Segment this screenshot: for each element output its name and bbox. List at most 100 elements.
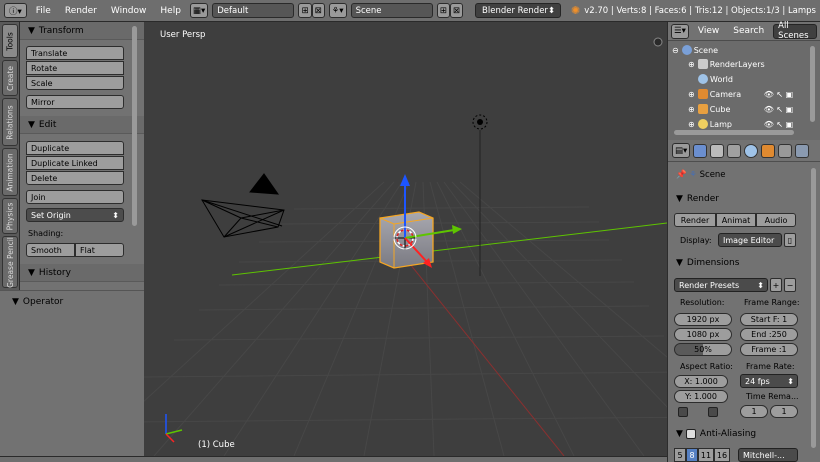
transform-panel-header[interactable]: ▼ Transform (20, 22, 144, 40)
render-animation-button[interactable]: Animat (716, 213, 756, 227)
duplicate-button[interactable]: Duplicate (26, 141, 124, 155)
outliner-menu-view[interactable]: View (693, 26, 724, 36)
renderlayer-context-icon[interactable] (710, 143, 725, 158)
join-button[interactable]: Join (26, 190, 124, 204)
aa-samples-11[interactable]: 11 (698, 448, 714, 462)
translate-button[interactable]: Translate (26, 46, 124, 60)
layout-selector[interactable]: ▦▾ (189, 3, 209, 18)
display-dropdown[interactable]: Image Editor (718, 233, 782, 247)
tab-grease-pencil[interactable]: Grease Pencil (2, 236, 18, 288)
render-context-icon[interactable] (693, 143, 708, 158)
resolution-y-field[interactable]: 1080 px (674, 328, 732, 341)
anti-aliasing-panel-header[interactable]: ▼ Anti-Aliasing (670, 425, 808, 443)
history-panel-header[interactable]: ▼ History (20, 264, 144, 282)
aa-samples-8[interactable]: 8 (686, 448, 698, 462)
tab-relations[interactable]: Relations (2, 98, 18, 146)
tab-animation[interactable]: Animation (2, 148, 18, 196)
resolution-x-field[interactable]: 1920 px (674, 313, 732, 326)
add-scene-button[interactable]: ⊞ (436, 3, 450, 18)
frame-end-field[interactable]: End :250 (740, 328, 798, 341)
collapse-arrow-icon: ▼ (676, 429, 683, 439)
tab-create[interactable]: Create (2, 60, 18, 96)
scene-name-field[interactable]: Scene (350, 3, 433, 18)
lock-interface-button[interactable]: ▯ (784, 233, 796, 247)
constraints-context-icon[interactable] (778, 143, 793, 158)
expand-icon: ⊕ (688, 89, 695, 99)
axis-gizmo (165, 414, 183, 443)
outliner-menu-search[interactable]: Search (728, 26, 769, 36)
outliner-hscrollbar[interactable] (674, 130, 794, 135)
current-frame-field[interactable]: Frame :1 (740, 343, 798, 356)
flat-button[interactable]: Flat (75, 243, 124, 257)
list-icon: ☰▾ (674, 26, 686, 36)
render-engine-dropdown[interactable]: Blender Render ⬍ (475, 3, 562, 18)
menu-render[interactable]: Render (60, 6, 102, 16)
menu-file[interactable]: File (31, 6, 56, 16)
delete-button[interactable]: Delete (26, 171, 124, 185)
outliner-row-world[interactable]: World (668, 72, 813, 86)
remove-preset-button[interactable]: − (784, 278, 796, 292)
frame-start-field[interactable]: Start F: 1 (740, 313, 798, 326)
border-checkbox[interactable] (678, 407, 688, 417)
modifiers-context-icon[interactable] (795, 143, 810, 158)
aspect-y-field[interactable]: Y: 1.000 (674, 390, 728, 403)
outliner-row-camera[interactable]: ⊕ Camera 👁 ↖ ▣ (668, 87, 813, 101)
properties-header: ▤▾ (668, 140, 820, 162)
scene-stats: v2.70 | Verts:8 | Faces:6 | Tris:12 | Ob… (584, 5, 816, 16)
properties-scrollbar[interactable] (811, 168, 816, 448)
mirror-button[interactable]: Mirror (26, 95, 124, 109)
add-layout-button[interactable]: ⊞ (298, 3, 312, 18)
rotate-button[interactable]: Rotate (26, 61, 124, 75)
scale-button[interactable]: Scale (26, 76, 124, 90)
expand-icon: ⊖ (672, 45, 679, 55)
time-remap-new-field[interactable]: 1 (770, 405, 798, 418)
anti-aliasing-checkbox[interactable] (685, 429, 696, 439)
properties-editor-type[interactable]: ▤▾ (672, 143, 691, 158)
visibility-icons[interactable]: 👁 ↖ ▣ (764, 105, 794, 114)
set-origin-dropdown[interactable]: Set Origin ⬍ (26, 208, 124, 222)
world-context-icon[interactable] (744, 143, 759, 158)
editor-type-button[interactable]: ⓘ▾ (4, 3, 27, 18)
scene-selector[interactable]: ⚘▾ (328, 3, 347, 18)
pin-icon[interactable]: 📌 (676, 170, 687, 180)
3d-viewport[interactable]: User Persp (1) Cube (144, 22, 667, 456)
dimensions-panel-header[interactable]: ▼ Dimensions (670, 254, 808, 272)
render-presets-dropdown[interactable]: Render Presets ⬍ (674, 278, 768, 292)
outliner-row-scene[interactable]: ⊖ Scene (668, 43, 813, 57)
tab-physics[interactable]: Physics (2, 198, 18, 234)
crop-checkbox[interactable] (708, 407, 718, 417)
outliner-row-renderlayers[interactable]: ⊕ RenderLayers (668, 57, 813, 71)
remove-scene-button[interactable]: ⊠ (449, 3, 464, 18)
outliner-editor-type[interactable]: ☰▾ (671, 23, 689, 39)
visibility-icons[interactable]: 👁 ↖ ▣ (764, 120, 794, 129)
aspect-x-field[interactable]: X: 1.000 (674, 375, 728, 388)
menu-window[interactable]: Window (106, 6, 152, 16)
visibility-icons[interactable]: 👁 ↖ ▣ (764, 90, 794, 99)
time-remap-old-field[interactable]: 1 (740, 405, 768, 418)
render-panel-header[interactable]: ▼ Render (670, 190, 808, 208)
aa-samples-16[interactable]: 16 (714, 448, 730, 462)
tool-shelf-scrollbar[interactable] (132, 26, 137, 226)
frame-rate-dropdown[interactable]: 24 fps ⬍ (740, 374, 798, 388)
object-context-icon[interactable] (761, 143, 776, 158)
outliner-row-cube[interactable]: ⊕ Cube 👁 ↖ ▣ (668, 102, 813, 116)
edit-panel-header[interactable]: ▼ Edit (20, 116, 144, 134)
tab-tools[interactable]: Tools (2, 24, 18, 58)
smooth-button[interactable]: Smooth (26, 243, 75, 257)
menu-help[interactable]: Help (155, 6, 186, 16)
collapse-arrow-icon: ▼ (28, 119, 35, 130)
render-image-button[interactable]: Render (674, 213, 716, 227)
render-audio-button[interactable]: Audio (756, 213, 796, 227)
scene-context-icon[interactable] (727, 143, 742, 158)
outliner-filter-dropdown[interactable]: All Scenes (773, 21, 817, 41)
resolution-percentage-slider[interactable]: 50% (674, 343, 732, 356)
layout-name-field[interactable]: Default (212, 3, 295, 18)
operator-panel-header[interactable]: ▼ Operator (0, 291, 144, 307)
outliner-row-lamp[interactable]: ⊕ Lamp 👁 ↖ ▣ (668, 117, 813, 131)
duplicate-linked-button[interactable]: Duplicate Linked (26, 156, 124, 170)
add-preset-button[interactable]: + (770, 278, 782, 292)
remove-layout-button[interactable]: ⊠ (311, 3, 325, 18)
aa-samples-5[interactable]: 5 (674, 448, 686, 462)
outliner-scrollbar[interactable] (810, 46, 815, 122)
aa-filter-dropdown[interactable]: Mitchell-... (738, 448, 798, 462)
